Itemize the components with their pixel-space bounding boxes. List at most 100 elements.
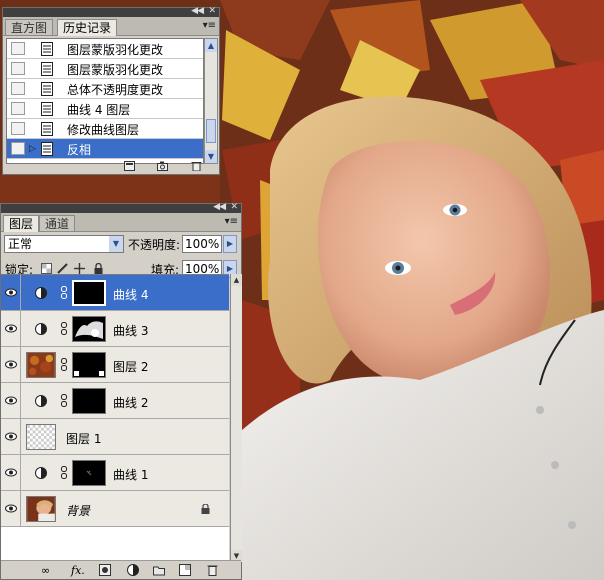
history-item[interactable]: 总体不透明度更改 [7, 79, 203, 99]
history-state-icon [41, 122, 53, 136]
layer-name: 曲线 2 [113, 396, 149, 410]
eye-icon[interactable] [5, 324, 17, 333]
snapshot-source-checkbox[interactable] [11, 122, 25, 135]
blend-opacity-row: 正常 ▼ 不透明度: 100% ▶ [1, 232, 241, 254]
layer-row-curves-4[interactable]: 曲线 4 [1, 275, 229, 311]
trash-icon[interactable] [207, 564, 218, 576]
curves-adjustment-icon [35, 395, 47, 407]
history-state-marker-icon[interactable]: ▷ [29, 144, 36, 154]
visibility-toggle[interactable] [1, 311, 21, 346]
snapshot-source-checkbox[interactable] [11, 142, 25, 155]
history-panel-titlebar[interactable]: ◀◀ ✕ [3, 6, 219, 17]
history-item-label: 总体不透明度更改 [67, 83, 164, 97]
eye-icon[interactable] [5, 504, 17, 513]
tab-channels[interactable]: 通道 [39, 215, 76, 231]
snapshot-source-checkbox[interactable] [11, 82, 25, 95]
snapshot-source-checkbox[interactable] [11, 102, 25, 115]
history-state-icon [41, 142, 53, 156]
mask-link-icon[interactable] [61, 322, 67, 335]
snapshot-source-checkbox[interactable] [11, 62, 25, 75]
close-icon[interactable]: ✕ [230, 202, 238, 212]
history-item-label: 图层蒙版羽化更改 [67, 63, 164, 77]
layer-row-layer-2[interactable]: 图层 2 [1, 347, 229, 383]
collapse-arrows-icon[interactable]: ◀◀ [213, 202, 226, 212]
fx-icon[interactable]: fx. [71, 564, 85, 577]
blend-mode-select[interactable]: 正常 ▼ [4, 235, 124, 253]
new-group-icon[interactable] [153, 564, 165, 576]
lock-image-brush-icon[interactable] [57, 263, 68, 274]
tab-history[interactable]: 历史记录 [57, 19, 118, 36]
layer-name: 曲线 1 [113, 468, 149, 482]
visibility-toggle[interactable] [1, 383, 21, 418]
mask-link-icon[interactable] [61, 358, 67, 371]
history-item-selected[interactable]: ▷ 反相 [7, 139, 203, 159]
layer-mask-thumbnail[interactable] [72, 352, 106, 378]
history-item[interactable]: 图层蒙版羽化更改 [7, 39, 203, 59]
snapshot-source-checkbox[interactable] [11, 42, 25, 55]
new-layer-icon[interactable] [179, 564, 191, 576]
mask-content [74, 371, 104, 376]
mask-content [75, 321, 103, 339]
layer-thumbnail[interactable] [26, 352, 56, 378]
eye-icon[interactable] [5, 360, 17, 369]
trash-icon[interactable] [191, 161, 202, 171]
add-mask-icon[interactable] [99, 564, 111, 576]
lock-position-move-icon[interactable] [74, 263, 85, 274]
scroll-thumb[interactable] [206, 119, 216, 143]
background-thumbnail[interactable] [26, 496, 56, 522]
history-item[interactable]: 图层蒙版羽化更改 [7, 59, 203, 79]
visibility-toggle[interactable] [1, 419, 21, 454]
mask-link-icon[interactable] [61, 286, 67, 299]
lock-all-icon[interactable] [93, 263, 104, 274]
scroll-up-icon[interactable]: ▲ [205, 39, 217, 52]
history-item[interactable]: 修改曲线图层 [7, 119, 203, 139]
mask-link-icon[interactable] [61, 466, 67, 479]
layer-row-curves-2[interactable]: 曲线 2 [1, 383, 229, 419]
layers-scrollbar[interactable]: ▲ ▼ [230, 274, 242, 562]
history-state-icon [41, 102, 53, 116]
transparent-layer-thumbnail[interactable] [26, 424, 56, 450]
eye-icon[interactable] [5, 288, 17, 297]
layer-mask-thumbnail[interactable] [72, 460, 106, 486]
opacity-slider-arrow-icon[interactable]: ▶ [223, 235, 237, 253]
layers-panel: ◀◀ ✕ 图层 通道 ▾≡ 正常 ▼ 不透明度: 100% ▶ 锁定: 填充: … [0, 202, 242, 580]
layer-mask-thumbnail[interactable] [72, 388, 106, 414]
snapshot-camera-icon[interactable] [157, 161, 168, 171]
layer-row-curves-3[interactable]: 曲线 3 [1, 311, 229, 347]
eye-icon[interactable] [5, 468, 17, 477]
layer-mask-thumbnail[interactable] [72, 316, 106, 342]
link-layers-icon[interactable]: ∞ [41, 564, 50, 577]
eye-icon[interactable] [5, 396, 17, 405]
collapse-arrows-icon[interactable]: ◀◀ [191, 6, 204, 16]
panel-menu-icon[interactable]: ▾≡ [203, 20, 216, 31]
history-panel-tabs: 直方图 历史记录 ▾≡ [3, 17, 219, 36]
layer-name: 图层 2 [113, 360, 149, 374]
visibility-toggle[interactable] [1, 455, 21, 490]
history-item-label: 反相 [67, 143, 92, 157]
close-icon[interactable]: ✕ [208, 6, 216, 16]
opacity-label: 不透明度: [128, 238, 181, 252]
adjustment-layer-icon[interactable] [127, 564, 139, 576]
history-scrollbar[interactable]: ▲ ▼ [204, 38, 218, 164]
layer-row-curves-1[interactable]: 曲线 1 [1, 455, 229, 491]
history-item[interactable]: 曲线 4 图层 [7, 99, 203, 119]
visibility-toggle[interactable] [1, 347, 21, 382]
chevron-down-icon[interactable]: ▼ [109, 236, 123, 252]
tab-histogram[interactable]: 直方图 [5, 19, 54, 35]
lock-transparency-icon[interactable] [41, 263, 52, 274]
visibility-toggle[interactable] [1, 275, 21, 310]
mask-link-icon[interactable] [61, 394, 67, 407]
layers-panel-titlebar[interactable]: ◀◀ ✕ [1, 202, 241, 213]
opacity-input[interactable]: 100% [182, 235, 222, 253]
visibility-toggle[interactable] [1, 491, 21, 526]
tab-layers[interactable]: 图层 [3, 215, 40, 232]
layer-row-background[interactable]: 背景 [1, 491, 229, 527]
new-document-from-state-icon[interactable] [124, 161, 135, 171]
layer-row-layer-1[interactable]: 图层 1 [1, 419, 229, 455]
eye-icon[interactable] [5, 432, 17, 441]
history-panel: ◀◀ ✕ 直方图 历史记录 ▾≡ 图层蒙版羽化更改 图层蒙版羽化更改 总体不透明… [2, 6, 220, 175]
layer-mask-thumbnail[interactable] [72, 280, 106, 306]
history-list: 图层蒙版羽化更改 图层蒙版羽化更改 总体不透明度更改 曲线 4 图层 修改曲线图… [6, 38, 204, 164]
scroll-up-icon[interactable]: ▲ [231, 274, 242, 286]
panel-menu-icon[interactable]: ▾≡ [225, 216, 238, 227]
